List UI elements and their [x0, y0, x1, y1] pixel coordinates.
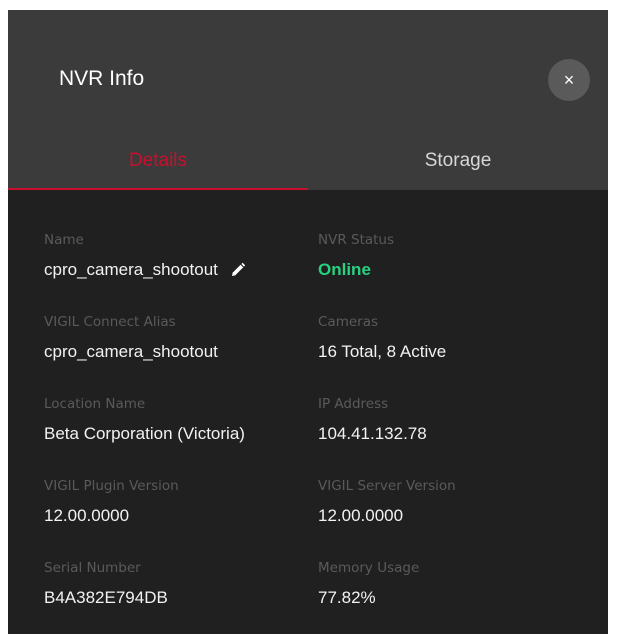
- field-row: Name cpro_camera_shootout NVR Status Onl…: [44, 232, 564, 314]
- connect-alias-label: VIGIL Connect Alias: [44, 314, 176, 330]
- serial-number-label: Serial Number: [44, 560, 141, 576]
- close-icon: ×: [563, 69, 575, 90]
- pencil-icon[interactable]: [230, 262, 246, 278]
- server-version-value: 12.00.0000: [318, 506, 404, 525]
- cameras-field: Cameras 16 Total, 8 Active: [318, 314, 558, 396]
- plugin-version-field: VIGIL Plugin Version 12.00.0000: [44, 478, 318, 560]
- memory-usage-field: Memory Usage 77.82%: [318, 560, 558, 642]
- nvr-status-field: NVR Status Online: [318, 232, 558, 314]
- field-row: VIGIL Connect Alias cpro_camera_shootout…: [44, 314, 564, 396]
- close-button[interactable]: ×: [548, 59, 590, 101]
- location-name-label: Location Name: [44, 396, 146, 412]
- field-row: Serial Number B4A382E794DB Memory Usage …: [44, 560, 564, 642]
- memory-usage-value: 77.82%: [318, 588, 376, 607]
- connect-alias-value: cpro_camera_shootout: [44, 342, 218, 361]
- name-value-wrap: cpro_camera_shootout: [44, 260, 318, 280]
- field-row: Location Name Beta Corporation (Victoria…: [44, 396, 564, 478]
- name-value: cpro_camera_shootout: [44, 260, 218, 279]
- server-version-field: VIGIL Server Version 12.00.0000: [318, 478, 558, 560]
- name-label: Name: [44, 232, 84, 248]
- details-fields: Name cpro_camera_shootout NVR Status Onl…: [44, 232, 564, 642]
- nvr-status-label: NVR Status: [318, 232, 395, 248]
- location-name-value: Beta Corporation (Victoria): [44, 424, 245, 443]
- cameras-label: Cameras: [318, 314, 379, 330]
- plugin-version-label: VIGIL Plugin Version: [44, 478, 179, 494]
- memory-usage-label: Memory Usage: [318, 560, 420, 576]
- cameras-value: 16 Total, 8 Active: [318, 342, 447, 361]
- name-field: Name cpro_camera_shootout: [44, 232, 318, 314]
- serial-number-value: B4A382E794DB: [44, 588, 168, 607]
- tab-storage[interactable]: Storage: [308, 128, 608, 190]
- dialog-header: NVR Info ×: [8, 10, 608, 128]
- server-version-label: VIGIL Server Version: [318, 478, 456, 494]
- plugin-version-value: 12.00.0000: [44, 506, 130, 525]
- field-row: VIGIL Plugin Version 12.00.0000 VIGIL Se…: [44, 478, 564, 560]
- tab-bar: Details Storage: [8, 128, 608, 190]
- ip-address-label: IP Address: [318, 396, 389, 412]
- dialog-title: NVR Info: [59, 67, 145, 90]
- ip-address-field: IP Address 104.41.132.78: [318, 396, 558, 478]
- nvr-status-value: Online: [318, 260, 371, 279]
- serial-number-field: Serial Number B4A382E794DB: [44, 560, 318, 642]
- tab-details[interactable]: Details: [8, 128, 308, 190]
- location-name-field: Location Name Beta Corporation (Victoria…: [44, 396, 318, 478]
- ip-address-value: 104.41.132.78: [318, 424, 427, 443]
- connect-alias-field: VIGIL Connect Alias cpro_camera_shootout: [44, 314, 318, 396]
